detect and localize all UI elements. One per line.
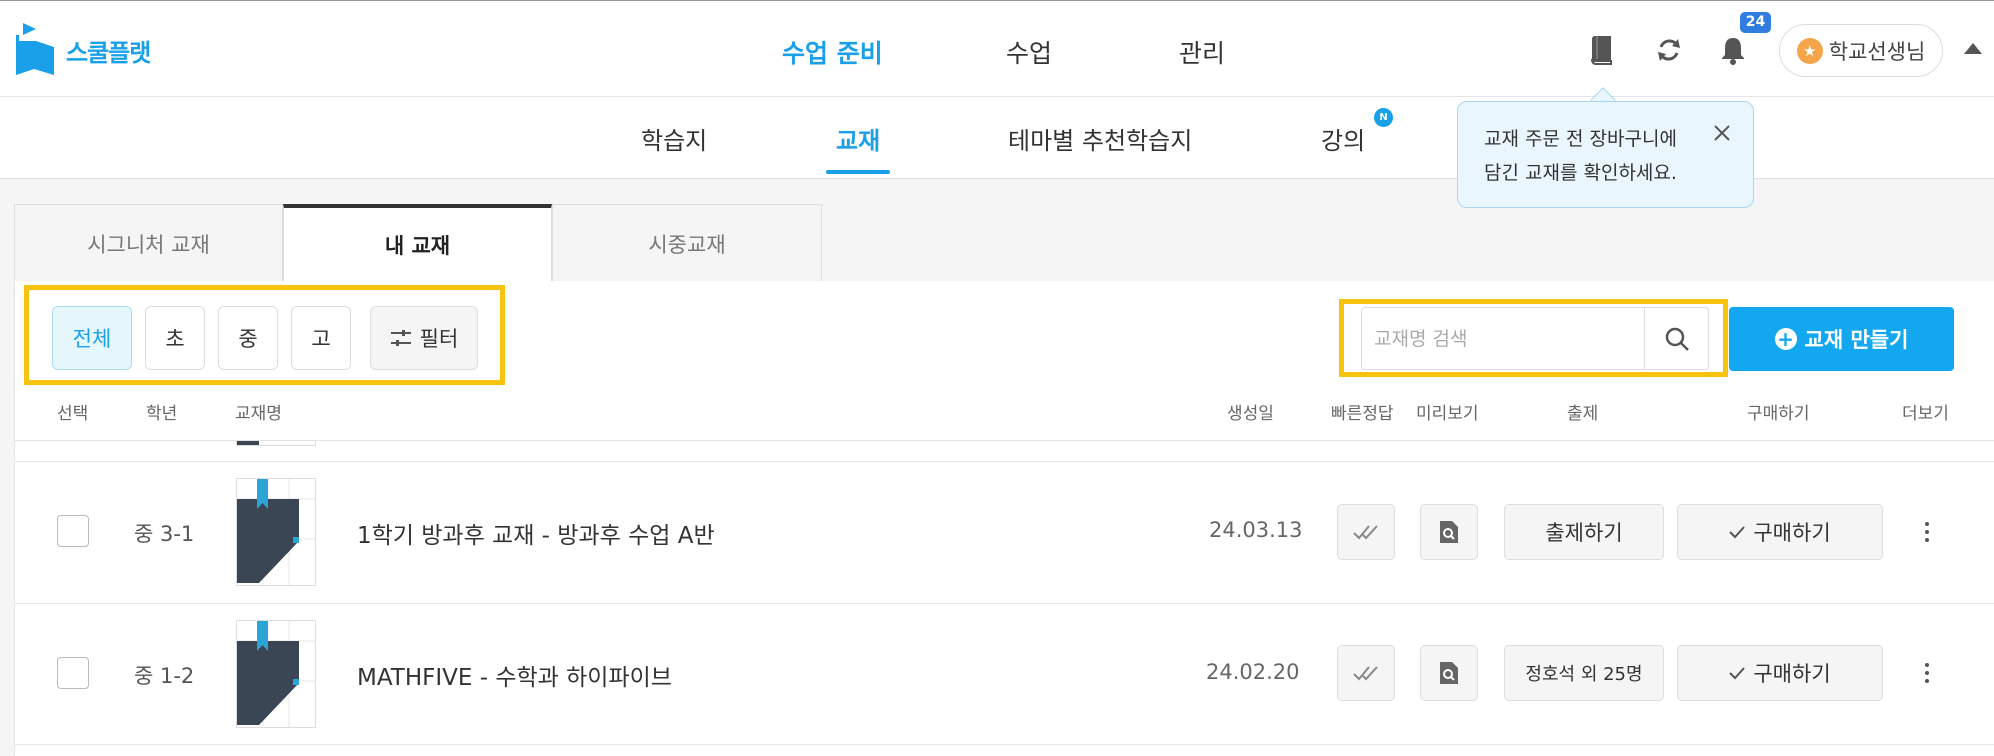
preview-document-icon: [1440, 662, 1458, 684]
create-textbook-button[interactable]: + 교재 만들기: [1729, 307, 1954, 371]
refresh-icon[interactable]: [1651, 32, 1687, 68]
row-2-assign-button[interactable]: 정호석 외 25명: [1504, 645, 1664, 701]
col-assign: 출제: [1567, 404, 1599, 424]
col-created: 생성일: [1227, 404, 1274, 424]
row-2-date: 24.02.20: [1206, 660, 1300, 684]
row-1-date: 24.03.13: [1209, 518, 1303, 542]
row-1-purchase-button[interactable]: 구매하기: [1677, 504, 1883, 560]
textbook-cover-icon: [237, 621, 315, 727]
sub-nav-theme-worksheets[interactable]: 테마별 추천학습지: [1008, 121, 1192, 156]
brand-logo[interactable]: 스쿨플랫: [14, 23, 151, 77]
row-2-quick-answer-button[interactable]: [1337, 645, 1395, 701]
row-2-purchase-button[interactable]: 구매하기: [1677, 645, 1883, 701]
bell-icon[interactable]: [1715, 32, 1751, 68]
sub-nav-textbook[interactable]: 교재: [836, 121, 880, 156]
row-2-preview-button[interactable]: [1420, 645, 1478, 701]
cart-tooltip: 교재 주문 전 장바구니에 담긴 교재를 확인하세요.: [1457, 101, 1754, 208]
star-icon: ★: [1796, 37, 1823, 64]
main-nav-lesson[interactable]: 수업: [1006, 34, 1052, 70]
new-badge: N: [1374, 108, 1393, 127]
close-icon[interactable]: [1711, 122, 1733, 144]
textbook-cover-icon: [237, 479, 315, 585]
tab-market-textbook[interactable]: 시중교재: [552, 204, 822, 282]
main-nav-lesson-prep[interactable]: 수업 준비: [782, 34, 883, 70]
collapse-header-icon[interactable]: [1964, 43, 1982, 54]
highlight-box-search: [1339, 299, 1728, 377]
sub-nav-worksheet[interactable]: 학습지: [641, 121, 707, 156]
row-2-purchase-label: 구매하기: [1753, 662, 1831, 686]
double-check-icon: [1353, 525, 1378, 540]
notification-count-badge: 24: [1740, 12, 1771, 33]
tab-signature-textbook[interactable]: 시그니처 교재: [14, 204, 283, 282]
col-quick-answer: 빠른정답: [1331, 404, 1394, 424]
logo-flag-icon: [14, 23, 56, 77]
highlight-box-filters: [24, 285, 505, 385]
row-divider: [14, 603, 1994, 604]
row-1-grade: 중 3-1: [134, 522, 195, 546]
row-1-assign-button[interactable]: 출제하기: [1504, 504, 1664, 560]
row-1-checkbox[interactable]: [57, 515, 89, 547]
col-more: 더보기: [1902, 404, 1949, 424]
row-1-thumbnail: [236, 478, 316, 586]
plus-circle-icon: +: [1774, 328, 1797, 350]
preview-document-icon: [1440, 521, 1458, 543]
brand-name: 스쿨플랫: [66, 38, 151, 67]
tab-my-textbook[interactable]: 내 교재: [283, 204, 552, 282]
col-grade: 학년: [146, 404, 178, 424]
col-select: 선택: [57, 404, 89, 424]
row-2-thumbnail: [236, 620, 316, 728]
col-purchase: 구매하기: [1747, 404, 1810, 424]
top-header: 스쿨플랫 수업 준비 수업 관리 24 ★ 학교선생님: [0, 0, 1994, 97]
user-name: 학교선생님: [1828, 39, 1926, 64]
check-icon: [1729, 667, 1746, 680]
row-divider: [14, 461, 1994, 462]
row-1-quick-answer-button[interactable]: [1337, 504, 1395, 560]
row-2-title[interactable]: MATHFIVE - 수학과 하이파이브: [357, 658, 672, 692]
check-icon: [1729, 526, 1746, 539]
tooltip-line-1: 교재 주문 전 장바구니에: [1484, 128, 1677, 150]
row-2-more-icon[interactable]: [1915, 653, 1939, 693]
row-1-purchase-label: 구매하기: [1753, 521, 1831, 545]
row-2-grade: 중 1-2: [134, 664, 195, 688]
col-name: 교재명: [235, 404, 282, 424]
row-2-checkbox[interactable]: [57, 657, 89, 689]
row-1-title[interactable]: 1학기 방과후 교재 - 방과후 수업 A반: [357, 516, 715, 550]
create-button-label: 교재 만들기: [1804, 328, 1909, 352]
row-1-more-icon[interactable]: [1915, 512, 1939, 552]
partial-row-thumbnail: [236, 441, 316, 446]
tooltip-line-2: 담긴 교재를 확인하세요.: [1484, 162, 1677, 184]
row-divider: [14, 744, 1994, 745]
active-tab-underline: [826, 170, 890, 174]
double-check-icon: [1353, 666, 1378, 681]
sub-nav-lecture[interactable]: 강의: [1321, 121, 1365, 156]
main-nav-manage[interactable]: 관리: [1179, 34, 1225, 70]
row-1-preview-button[interactable]: [1420, 504, 1478, 560]
col-preview: 미리보기: [1416, 404, 1479, 424]
book-icon[interactable]: [1584, 32, 1620, 68]
user-profile-button[interactable]: ★ 학교선생님: [1779, 24, 1943, 77]
